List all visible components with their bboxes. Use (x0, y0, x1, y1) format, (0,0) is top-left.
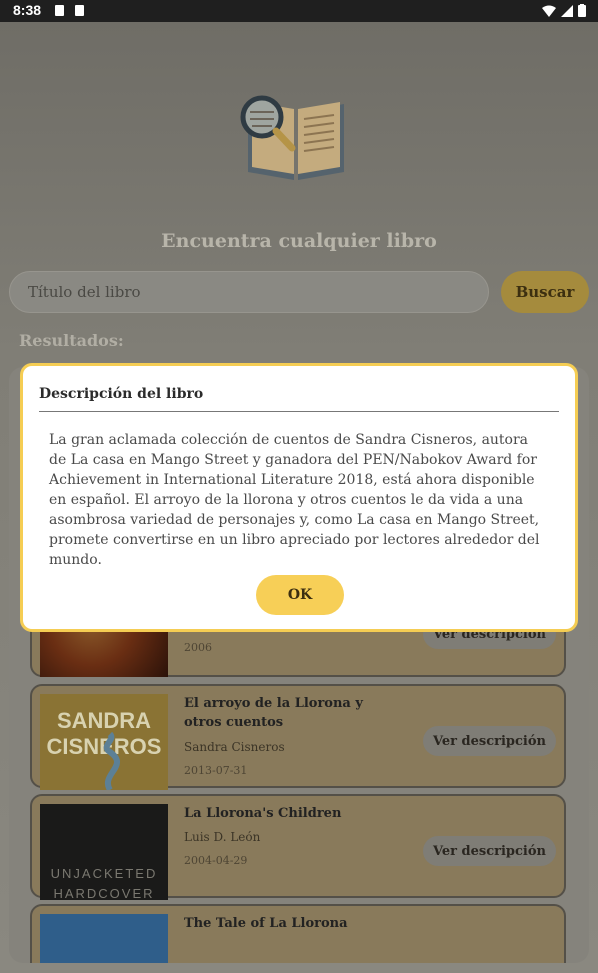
dialog-title: Descripción del libro (39, 386, 204, 402)
ok-button[interactable]: OK (256, 575, 344, 615)
dialog-scrim: Descripción del libro La gran aclamada c… (0, 0, 598, 973)
dialog-body: La gran aclamada colección de cuentos de… (49, 432, 540, 568)
dialog-divider (39, 411, 559, 412)
description-dialog: Descripción del libro La gran aclamada c… (20, 363, 578, 632)
